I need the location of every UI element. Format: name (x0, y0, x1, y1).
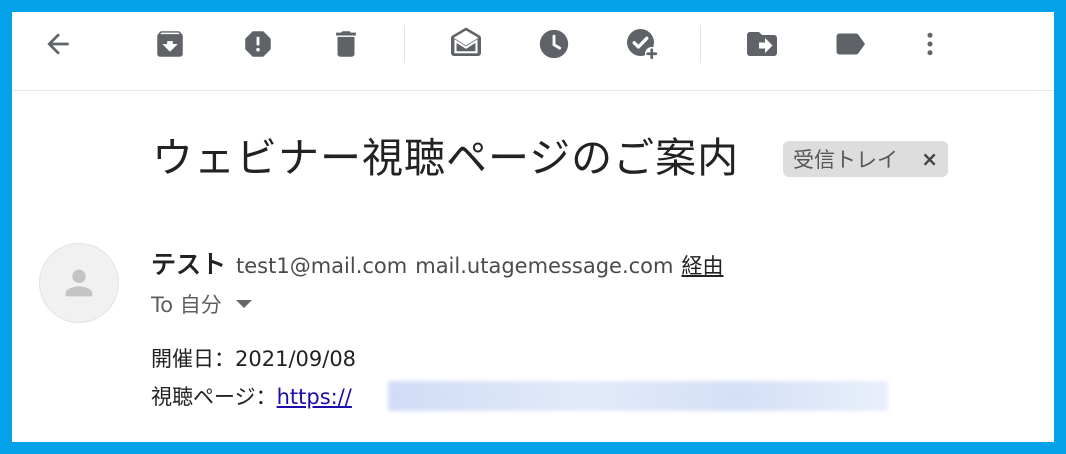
labels-button[interactable] (828, 22, 872, 66)
email-toolbar (12, 12, 1054, 91)
add-task-button[interactable] (620, 22, 664, 66)
body-url-prefix: 視聴ページ： (151, 385, 277, 409)
snooze-button[interactable] (532, 22, 576, 66)
label-icon (836, 33, 865, 55)
subject-row: ウェビナー視聴ページのご案内 受信トレイ × (12, 130, 1054, 190)
body-url-line: 視聴ページ：https:// (151, 381, 352, 411)
sender-email: test1@mail.com (236, 254, 408, 278)
person-icon (65, 269, 93, 297)
chevron-down-icon (235, 300, 252, 308)
sender-name[interactable]: テスト (151, 245, 226, 281)
sender-line: テスト test1@mail.com mail.utagemessage.com… (151, 245, 723, 281)
move-to-button[interactable] (740, 22, 784, 66)
report-spam-icon (245, 31, 271, 57)
more-options-button[interactable] (908, 22, 952, 66)
via-link[interactable]: 経由 (681, 250, 723, 280)
via-domain: mail.utagemessage.com (415, 254, 674, 278)
email-view-frame: ウェビナー視聴ページのご案内 受信トレイ × テスト test1@mail.co… (0, 0, 1066, 454)
redacted-url-blur (388, 381, 888, 411)
email-subject: ウェビナー視聴ページのご案内 (152, 134, 740, 182)
toolbar-divider (404, 25, 405, 63)
add-task-icon (627, 29, 659, 61)
archive-icon (157, 31, 183, 57)
back-button[interactable] (36, 22, 80, 66)
remove-label-button[interactable]: × (921, 147, 938, 171)
label-chip-text: 受信トレイ (793, 148, 898, 172)
move-to-icon (747, 32, 777, 56)
body-date-line: 開催日：2021/09/08 (151, 347, 357, 371)
viewing-page-link[interactable]: https:// (277, 385, 352, 409)
toolbar-divider (700, 25, 701, 63)
mark-unread-button[interactable] (444, 22, 488, 66)
inbox-label-chip[interactable]: 受信トレイ × (783, 141, 948, 177)
more-vert-icon (927, 32, 933, 56)
sender-avatar[interactable] (39, 243, 119, 323)
report-spam-button[interactable] (236, 22, 280, 66)
archive-button[interactable] (148, 22, 192, 66)
snooze-icon (539, 29, 569, 59)
back-arrow-icon (47, 33, 69, 55)
recipient-details-toggle[interactable]: To 自分 (151, 288, 252, 320)
delete-button[interactable] (324, 22, 368, 66)
delete-icon (336, 31, 356, 57)
mark-unread-icon (451, 27, 481, 56)
to-text: To 自分 (151, 293, 222, 317)
